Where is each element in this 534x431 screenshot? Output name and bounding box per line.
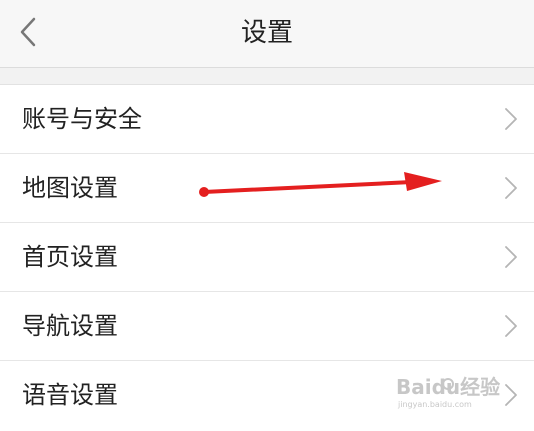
chevron-right-icon bbox=[505, 384, 517, 406]
chevron-right-icon bbox=[505, 315, 517, 337]
back-button[interactable] bbox=[10, 12, 46, 52]
page-title: 设置 bbox=[240, 18, 293, 48]
settings-list: 账号与安全 地图设置 首页设置 导航设置 语音设置 bbox=[0, 84, 534, 431]
settings-item-map[interactable]: 地图设置 bbox=[0, 154, 534, 223]
settings-item-account-security[interactable]: 账号与安全 bbox=[0, 85, 534, 154]
settings-item-label: 账号与安全 bbox=[22, 105, 142, 133]
settings-item-label: 首页设置 bbox=[22, 243, 118, 271]
settings-item-label: 导航设置 bbox=[22, 312, 118, 340]
chevron-right-icon bbox=[505, 108, 517, 130]
settings-item-label: 地图设置 bbox=[22, 174, 118, 202]
top-bar: 设置 bbox=[0, 0, 534, 68]
settings-item-label: 语音设置 bbox=[22, 381, 118, 409]
settings-item-voice[interactable]: 语音设置 bbox=[0, 361, 534, 431]
settings-item-navigation[interactable]: 导航设置 bbox=[0, 292, 534, 361]
chevron-left-icon bbox=[20, 17, 36, 47]
chevron-right-icon bbox=[505, 177, 517, 199]
settings-item-homepage[interactable]: 首页设置 bbox=[0, 223, 534, 292]
chevron-right-icon bbox=[505, 246, 517, 268]
